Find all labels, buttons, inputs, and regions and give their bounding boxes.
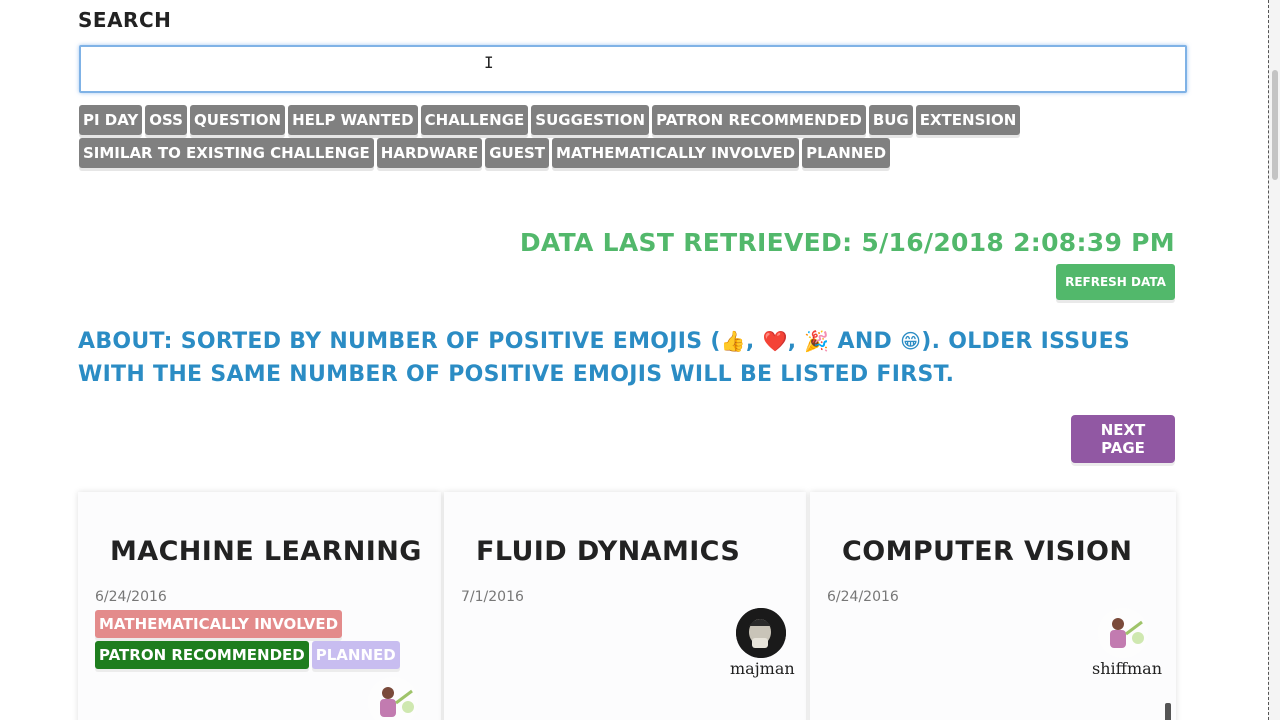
tag-guest[interactable]: Guest [485, 138, 550, 168]
tag-bug[interactable]: Bug [868, 105, 913, 135]
card-tag-row: Mathematically Involved [95, 610, 415, 638]
card-title[interactable]: Computer Vision [842, 536, 1132, 567]
tag-challenge[interactable]: Challenge [420, 105, 529, 135]
card-tag-row: Patron Recommended Planned [95, 641, 415, 669]
next-page-button[interactable]: Next Page [1071, 415, 1175, 463]
thumbs-up-emoji-icon: 👍 [720, 329, 746, 353]
about-separator-1: , [745, 329, 763, 354]
tag-extension[interactable]: Extension [915, 105, 1021, 135]
card-date: 6/24/2016 [95, 589, 167, 605]
card-tags: Mathematically Involved Patron Recommend… [95, 610, 415, 672]
avatar[interactable] [368, 677, 418, 720]
card-author[interactable]: shiffman [1092, 659, 1162, 678]
card-title[interactable]: Fluid Dynamics [476, 536, 740, 567]
tag-hardware[interactable]: Hardware [376, 138, 483, 168]
scrollbar-thumb[interactable] [1272, 70, 1278, 180]
page-scrollbar[interactable] [1268, 0, 1280, 720]
card-title[interactable]: Machine Learning [110, 536, 422, 567]
search-input[interactable] [79, 45, 1187, 93]
about-text: About: Sorted by number of positive emoj… [78, 325, 1188, 391]
card-tag-mathematically-involved[interactable]: Mathematically Involved [95, 610, 343, 638]
about-text-start: About: Sorted by number of positive emoj… [78, 329, 721, 354]
tag-row-1: Pi Day OSS Question Help Wanted Challeng… [79, 105, 1079, 135]
text-cursor-icon: I [484, 53, 494, 72]
about-separator-2: , [787, 329, 805, 354]
about-separator-3: and [829, 329, 901, 354]
avatar-photo-icon [368, 677, 418, 720]
card-date: 6/24/2016 [827, 589, 899, 605]
party-popper-emoji-icon: 🎉 [804, 329, 830, 353]
tag-row-2: Similar to Existing Challenge Hardware G… [79, 138, 1079, 168]
avatar[interactable] [736, 608, 786, 658]
card-author[interactable]: majman [730, 659, 795, 678]
tag-similar-to-existing-challenge[interactable]: Similar to Existing Challenge [79, 138, 374, 168]
issue-card[interactable]: Machine Learning 6/24/2016 Mathematicall… [78, 492, 441, 720]
card-date: 7/1/2016 [461, 589, 524, 605]
avatar-photo-icon [1098, 608, 1148, 658]
issue-card-grid: Machine Learning 6/24/2016 Mathematicall… [78, 492, 1188, 720]
tag-oss[interactable]: OSS [145, 105, 187, 135]
tag-pi-day[interactable]: Pi Day [79, 105, 143, 135]
page: Search I Pi Day OSS Question Help Wanted… [0, 0, 1268, 720]
tag-mathematically-involved[interactable]: Mathematically Involved [552, 138, 800, 168]
grinning-face-emoji-icon: 😁 [900, 329, 922, 353]
heart-emoji-icon: ❤️ [762, 329, 788, 353]
search-label: Search [78, 8, 172, 32]
tag-suggestion[interactable]: Suggestion [531, 105, 650, 135]
issue-card[interactable]: Fluid Dynamics 7/1/2016 majman [444, 492, 806, 720]
tag-planned[interactable]: Planned [802, 138, 891, 168]
card-tag-planned[interactable]: Planned [311, 641, 400, 669]
avatar-photo-icon [736, 608, 786, 658]
refresh-data-button[interactable]: Refresh data [1056, 264, 1175, 300]
tag-filter-list: Pi Day OSS Question Help Wanted Challeng… [79, 105, 1079, 171]
data-retrieved-status: Data last retrieved: 5/16/2018 2:08:39 P… [519, 228, 1175, 257]
tag-question[interactable]: Question [189, 105, 286, 135]
tag-patron-recommended[interactable]: Patron Recommended [652, 105, 866, 135]
card-tag-patron-recommended[interactable]: Patron Recommended [95, 641, 309, 669]
issue-card[interactable]: Computer Vision 6/24/2016 shiffman [810, 492, 1176, 720]
tag-help-wanted[interactable]: Help Wanted [288, 105, 418, 135]
avatar[interactable] [1098, 608, 1148, 658]
inner-scrollbar-thumb[interactable] [1165, 703, 1171, 720]
